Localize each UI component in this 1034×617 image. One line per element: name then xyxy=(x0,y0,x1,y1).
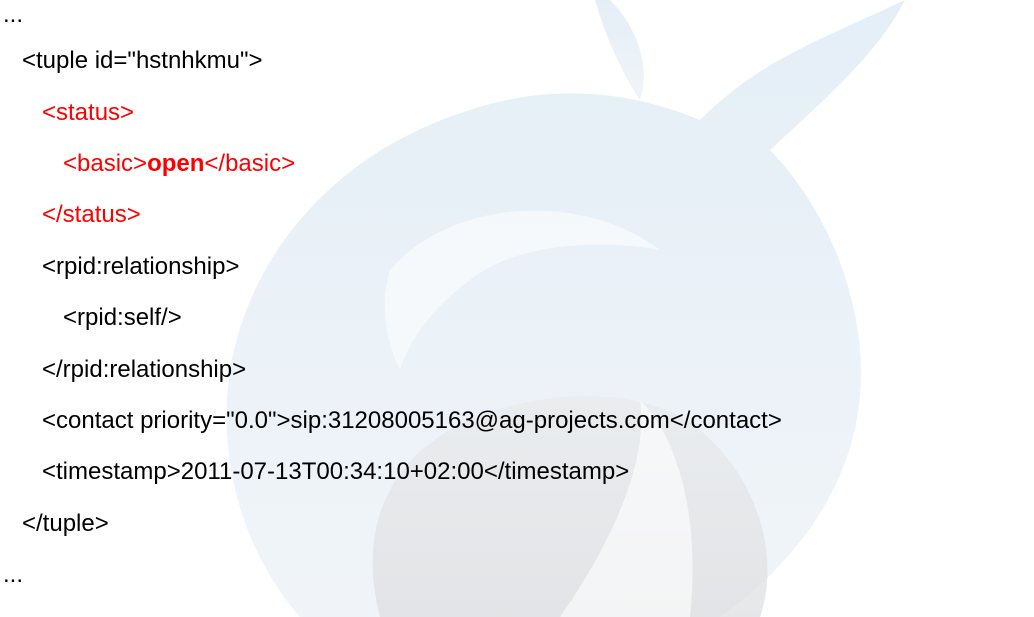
slide: ... <tuple id="hstnhkmu"> <status> <basi… xyxy=(0,0,1034,617)
ellipsis-top: ... xyxy=(3,1,24,28)
timestamp-line: <timestamp>2011-07-13T00:34:10+02:00</ti… xyxy=(42,458,630,485)
relationship-close-tag: </rpid:relationship> xyxy=(42,356,247,383)
ellipsis-bottom: ... xyxy=(3,561,24,588)
basic-open-tag: <basic> xyxy=(63,150,148,177)
status-open-tag: <status> xyxy=(42,99,135,126)
tuple-open-tag: <tuple id="hstnhkmu"> xyxy=(22,47,263,74)
status-close-tag: </status> xyxy=(42,201,141,228)
relationship-open-tag: <rpid:relationship> xyxy=(42,253,240,280)
xml-code-block: ... <tuple id="hstnhkmu"> <status> <basi… xyxy=(0,0,1034,617)
self-tag: <rpid:self/> xyxy=(63,304,182,331)
basic-value: open xyxy=(147,150,205,177)
basic-close-tag: </basic> xyxy=(204,150,296,177)
contact-line: <contact priority="0.0">sip:31208005163@… xyxy=(42,407,782,434)
basic-line: <basic>open</basic> xyxy=(63,149,295,179)
tuple-close-tag: </tuple> xyxy=(22,510,109,537)
